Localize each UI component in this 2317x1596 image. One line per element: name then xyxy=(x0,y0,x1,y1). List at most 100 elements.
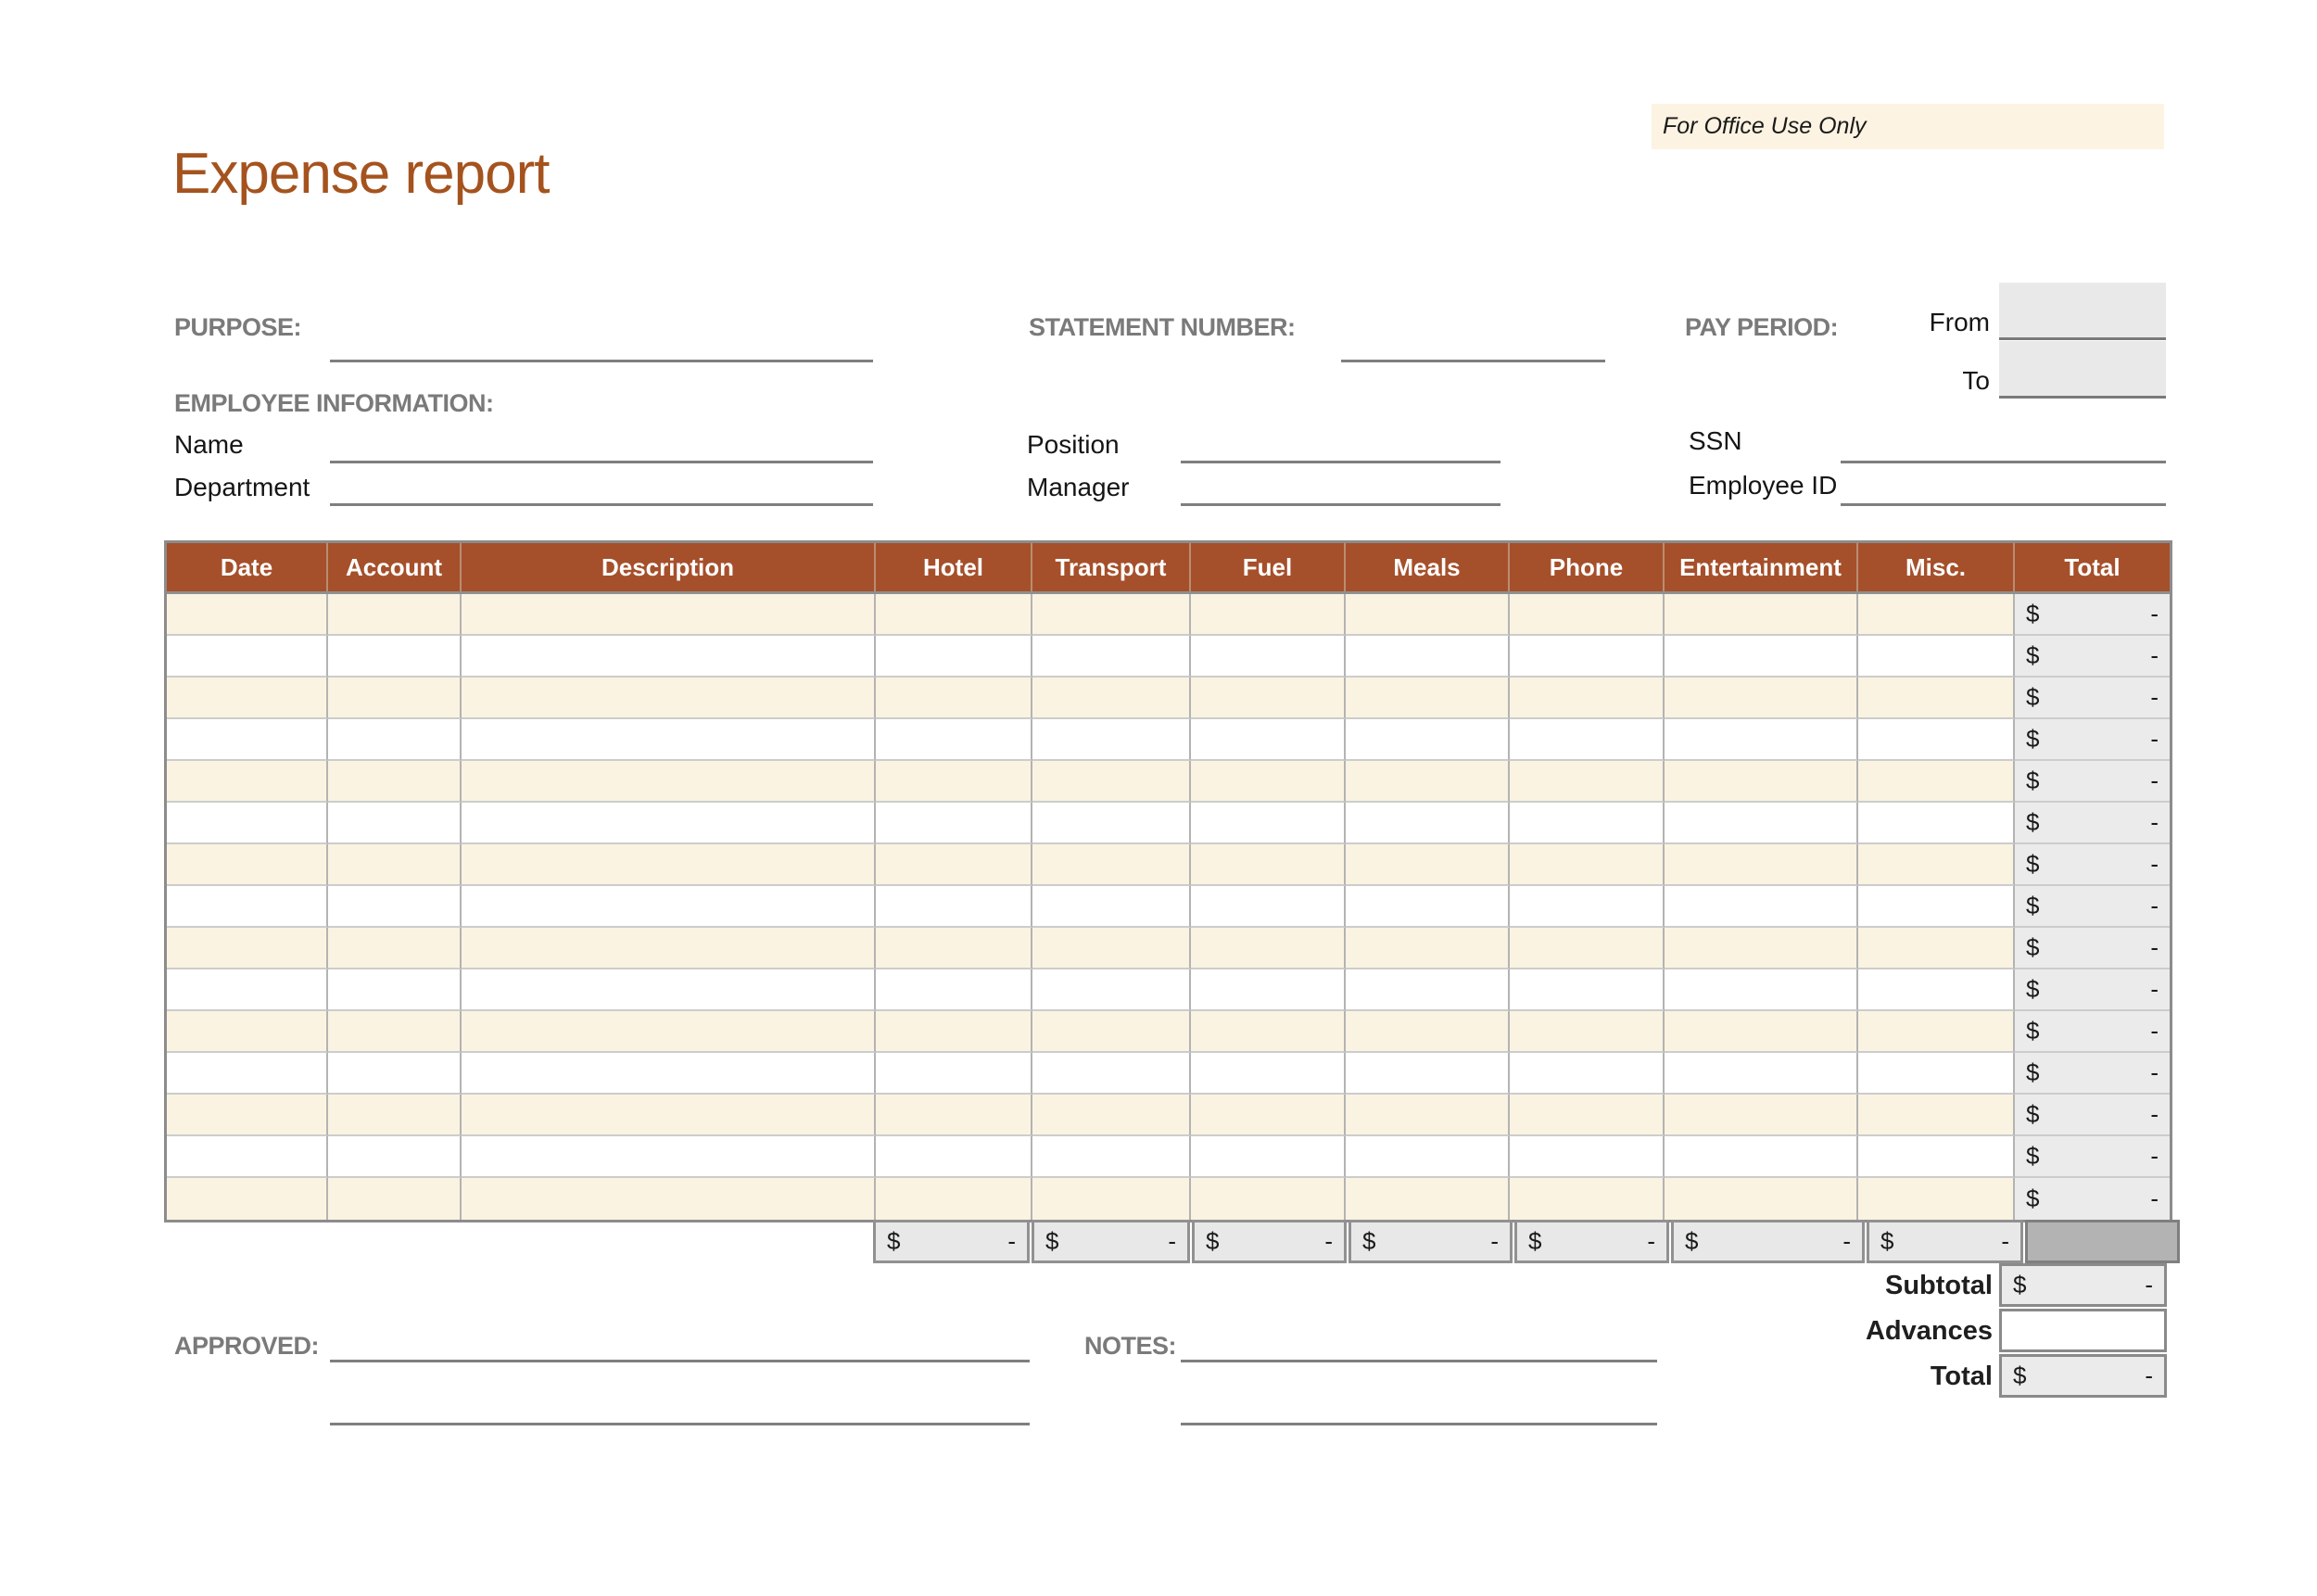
cell-description[interactable] xyxy=(462,594,876,636)
cell-account[interactable] xyxy=(328,928,462,969)
cell-phone[interactable] xyxy=(1510,928,1665,969)
cell-misc[interactable] xyxy=(1858,719,2015,761)
cell-description[interactable] xyxy=(462,928,876,969)
cell-misc[interactable] xyxy=(1858,1053,2015,1095)
cell-fuel[interactable] xyxy=(1191,1011,1346,1053)
position-field[interactable] xyxy=(1181,461,1500,463)
cell-account[interactable] xyxy=(328,594,462,636)
cell-account[interactable] xyxy=(328,1095,462,1136)
cell-fuel[interactable] xyxy=(1191,969,1346,1011)
cell-hotel[interactable] xyxy=(876,886,1032,928)
cell-meals[interactable] xyxy=(1346,1053,1510,1095)
notes-line-1[interactable] xyxy=(1181,1360,1657,1362)
cell-account[interactable] xyxy=(328,1053,462,1095)
pay-period-from-field[interactable] xyxy=(1999,283,2166,340)
cell-meals[interactable] xyxy=(1346,594,1510,636)
cell-fuel[interactable] xyxy=(1191,1053,1346,1095)
cell-hotel[interactable] xyxy=(876,594,1032,636)
statement-number-field[interactable] xyxy=(1341,360,1605,362)
cell-misc[interactable] xyxy=(1858,1095,2015,1136)
cell-account[interactable] xyxy=(328,1178,462,1220)
cell-fuel[interactable] xyxy=(1191,761,1346,803)
notes-line-2[interactable] xyxy=(1181,1423,1657,1425)
cell-misc[interactable] xyxy=(1858,803,2015,844)
cell-description[interactable] xyxy=(462,1053,876,1095)
name-field[interactable] xyxy=(330,461,873,463)
cell-meals[interactable] xyxy=(1346,1136,1510,1178)
cell-meals[interactable] xyxy=(1346,886,1510,928)
cell-date[interactable] xyxy=(167,928,328,969)
advances-cell[interactable] xyxy=(1999,1309,2167,1352)
cell-misc[interactable] xyxy=(1858,928,2015,969)
cell-phone[interactable] xyxy=(1510,594,1665,636)
cell-hotel[interactable] xyxy=(876,761,1032,803)
cell-date[interactable] xyxy=(167,1095,328,1136)
cell-entertainment[interactable] xyxy=(1665,803,1858,844)
cell-transport[interactable] xyxy=(1032,1178,1191,1220)
approved-signature-line-2[interactable] xyxy=(330,1423,1030,1425)
cell-phone[interactable] xyxy=(1510,844,1665,886)
cell-transport[interactable] xyxy=(1032,636,1191,678)
cell-meals[interactable] xyxy=(1346,803,1510,844)
cell-date[interactable] xyxy=(167,594,328,636)
cell-account[interactable] xyxy=(328,886,462,928)
purpose-field[interactable] xyxy=(330,360,873,362)
cell-description[interactable] xyxy=(462,803,876,844)
cell-misc[interactable] xyxy=(1858,761,2015,803)
cell-meals[interactable] xyxy=(1346,678,1510,719)
cell-transport[interactable] xyxy=(1032,1095,1191,1136)
approved-signature-line-1[interactable] xyxy=(330,1360,1030,1362)
cell-entertainment[interactable] xyxy=(1665,761,1858,803)
cell-description[interactable] xyxy=(462,844,876,886)
cell-phone[interactable] xyxy=(1510,761,1665,803)
cell-description[interactable] xyxy=(462,886,876,928)
cell-transport[interactable] xyxy=(1032,803,1191,844)
cell-date[interactable] xyxy=(167,1178,328,1220)
cell-misc[interactable] xyxy=(1858,969,2015,1011)
cell-date[interactable] xyxy=(167,1053,328,1095)
cell-transport[interactable] xyxy=(1032,844,1191,886)
cell-phone[interactable] xyxy=(1510,678,1665,719)
manager-field[interactable] xyxy=(1181,503,1500,506)
cell-entertainment[interactable] xyxy=(1665,594,1858,636)
cell-fuel[interactable] xyxy=(1191,886,1346,928)
cell-description[interactable] xyxy=(462,1095,876,1136)
cell-entertainment[interactable] xyxy=(1665,719,1858,761)
cell-phone[interactable] xyxy=(1510,1136,1665,1178)
cell-transport[interactable] xyxy=(1032,928,1191,969)
cell-misc[interactable] xyxy=(1858,636,2015,678)
cell-date[interactable] xyxy=(167,969,328,1011)
cell-transport[interactable] xyxy=(1032,1053,1191,1095)
cell-phone[interactable] xyxy=(1510,719,1665,761)
cell-meals[interactable] xyxy=(1346,636,1510,678)
cell-entertainment[interactable] xyxy=(1665,1095,1858,1136)
cell-hotel[interactable] xyxy=(876,719,1032,761)
cell-description[interactable] xyxy=(462,1011,876,1053)
cell-entertainment[interactable] xyxy=(1665,1178,1858,1220)
cell-date[interactable] xyxy=(167,678,328,719)
cell-transport[interactable] xyxy=(1032,1011,1191,1053)
cell-hotel[interactable] xyxy=(876,1053,1032,1095)
cell-phone[interactable] xyxy=(1510,636,1665,678)
ssn-field[interactable] xyxy=(1841,461,2166,463)
cell-meals[interactable] xyxy=(1346,969,1510,1011)
cell-transport[interactable] xyxy=(1032,886,1191,928)
cell-misc[interactable] xyxy=(1858,594,2015,636)
cell-fuel[interactable] xyxy=(1191,844,1346,886)
cell-date[interactable] xyxy=(167,803,328,844)
cell-description[interactable] xyxy=(462,1178,876,1220)
cell-description[interactable] xyxy=(462,636,876,678)
cell-account[interactable] xyxy=(328,803,462,844)
cell-hotel[interactable] xyxy=(876,636,1032,678)
cell-description[interactable] xyxy=(462,719,876,761)
cell-entertainment[interactable] xyxy=(1665,969,1858,1011)
cell-meals[interactable] xyxy=(1346,844,1510,886)
cell-fuel[interactable] xyxy=(1191,636,1346,678)
cell-phone[interactable] xyxy=(1510,886,1665,928)
cell-meals[interactable] xyxy=(1346,928,1510,969)
cell-misc[interactable] xyxy=(1858,1178,2015,1220)
cell-phone[interactable] xyxy=(1510,1095,1665,1136)
cell-hotel[interactable] xyxy=(876,928,1032,969)
cell-hotel[interactable] xyxy=(876,1136,1032,1178)
cell-misc[interactable] xyxy=(1858,1136,2015,1178)
